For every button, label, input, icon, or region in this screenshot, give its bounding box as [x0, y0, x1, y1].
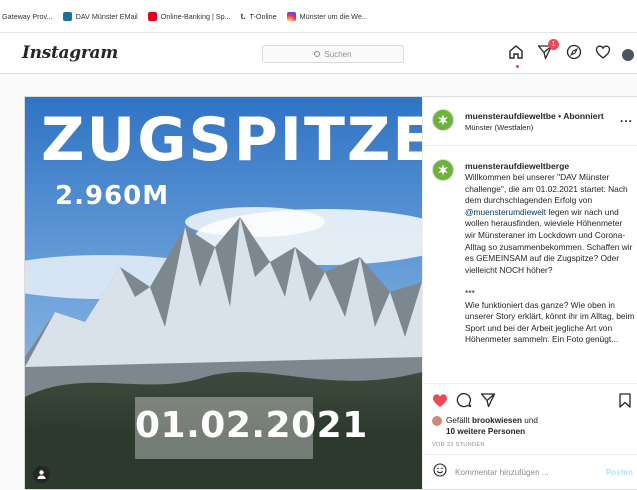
bookmark-label: Münster um die We... — [299, 11, 368, 21]
bookmark-gateway[interactable]: Gateway Prov... — [2, 12, 53, 21]
like-heart-icon[interactable] — [432, 393, 448, 413]
account-avatar[interactable] — [432, 109, 454, 131]
comment-input[interactable]: Kommentar hinzufügen ... — [455, 468, 606, 477]
profile-avatar[interactable] — [622, 48, 634, 61]
bookmark-label: Online-Banking | Sp... — [160, 11, 231, 21]
post-timestamp[interactable]: VOR 23 STUNDEN — [432, 442, 485, 448]
caption-avatar[interactable] — [432, 159, 454, 181]
bookmark-muenster[interactable]: Münster um die We... — [286, 11, 368, 21]
instagram-header: Instagram Suchen 1 — [0, 33, 637, 74]
more-options-icon[interactable]: ... — [620, 111, 633, 125]
photo-date: 01.02.2021 — [135, 405, 368, 446]
post-comment-button[interactable]: Posten — [606, 468, 633, 477]
likes-summary: Gefällt brookwiesen und 10 weitere Perso… — [432, 415, 538, 437]
dav-icon — [62, 11, 72, 21]
comment-icon[interactable] — [456, 392, 472, 413]
bookmark-bank[interactable]: Online-Banking | Sp... — [147, 11, 231, 21]
heart-activity-icon[interactable] — [595, 44, 611, 65]
bookmark-label: DAV Münster EMail — [75, 11, 138, 21]
nav-icons: 1 — [508, 39, 637, 68]
photo-date-box: 01.02.2021 — [135, 397, 368, 459]
bookmark-dav[interactable]: DAV Münster EMail — [62, 11, 138, 21]
likes-text: Gefällt brookwiesen und 10 weitere Perso… — [446, 415, 538, 437]
bookmark-save-icon[interactable] — [619, 393, 631, 413]
post-photo[interactable]: ZUGSPITZE 2.960M 01.02.2021 — [25, 97, 422, 489]
home-icon[interactable] — [508, 44, 524, 68]
post-username-row: muensteraufdieweltbe • Abonniert — [465, 111, 604, 121]
caption-text-part1: Willkommen bei unserer "DAV Münster chal… — [465, 172, 628, 206]
caption-username[interactable]: muensteraufdieweltberge — [465, 161, 569, 171]
emoji-icon[interactable] — [433, 463, 447, 482]
likes-others-link[interactable]: 10 weitere Personen — [446, 427, 525, 436]
explore-compass-icon[interactable] — [566, 44, 582, 65]
bank-icon — [147, 11, 157, 21]
photo-title: ZUGSPITZE — [41, 105, 422, 175]
follow-status-button[interactable]: Abonniert — [563, 111, 604, 121]
post-sidebar: muensteraufdieweltbe • Abonniert Münster… — [422, 97, 637, 489]
caption-text: Willkommen bei unserer "DAV Münster chal… — [465, 172, 635, 346]
separator-dot: • — [558, 111, 562, 121]
share-icon[interactable] — [480, 392, 496, 413]
search-input[interactable]: Suchen — [262, 45, 404, 63]
active-dot — [516, 65, 519, 68]
bookmark-t-online[interactable]: t. T-Online — [241, 12, 277, 21]
caption-mention-link[interactable]: @muensterumdiewelt — [465, 207, 546, 217]
search-placeholder: Suchen — [324, 49, 352, 59]
caption-text-part2: legen wir nach und wollen herausfinden, … — [465, 206, 635, 345]
bookmarks-bar: Gateway Prov... DAV Münster EMail Online… — [0, 0, 637, 33]
action-buttons — [432, 392, 504, 413]
t-online-icon: t. — [240, 11, 246, 21]
post: ZUGSPITZE 2.960M 01.02.2021 muensteraufd… — [24, 96, 637, 490]
bookmark-label: Gateway Prov... — [2, 11, 53, 21]
direct-messages-icon[interactable]: 1 — [537, 39, 559, 65]
likes-prefix: Gefällt — [446, 416, 470, 425]
instagram-bookmark-icon — [286, 11, 296, 21]
messages-badge: 1 — [548, 39, 559, 50]
search-icon — [314, 51, 321, 57]
user-tag-icon[interactable] — [33, 466, 50, 483]
comment-box: Kommentar hinzufügen ... Posten — [423, 454, 637, 490]
likes-conjunction: und — [524, 416, 538, 425]
instagram-logo[interactable]: Instagram — [22, 43, 118, 63]
liker-username[interactable]: brookwiesen — [472, 416, 522, 425]
post-username[interactable]: muensteraufdieweltbe — [465, 111, 556, 121]
post-location[interactable]: Münster (Westfalen) — [465, 123, 533, 132]
post-caption: muensteraufdieweltberge Willkommen bei u… — [423, 146, 637, 383]
bookmark-label: T-Online — [249, 11, 277, 21]
post-actions: Gefällt brookwiesen und 10 weitere Perso… — [423, 383, 637, 489]
photo-height: 2.960M — [55, 181, 170, 211]
post-header: muensteraufdieweltbe • Abonniert Münster… — [423, 97, 637, 146]
liker-avatar[interactable] — [432, 416, 442, 426]
